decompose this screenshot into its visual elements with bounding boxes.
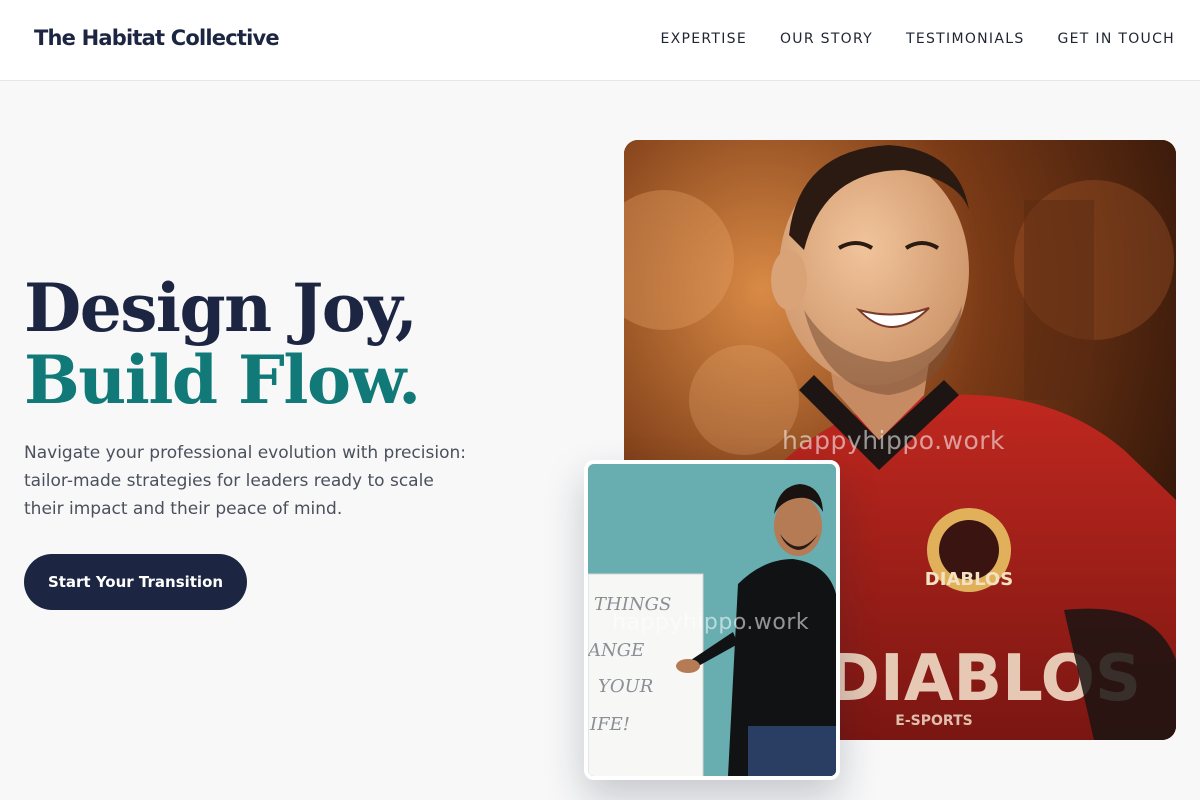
site-header: The Habitat Collective EXPERTISE OUR STO… — [0, 0, 1200, 81]
inset-photo: THINGS ANGE YOUR IFE! happyhippo.work — [584, 460, 840, 780]
hero-headline: Design Joy, Build Flow. — [24, 269, 421, 419]
headline-line-2: Build Flow. — [24, 341, 421, 419]
nav-link-testimonials[interactable]: TESTIMONIALS — [906, 31, 1025, 47]
nav-link-expertise[interactable]: EXPERTISE — [660, 31, 747, 47]
brand-logo[interactable]: The Habitat Collective — [34, 26, 280, 50]
jersey-badge-text: DIABLOS — [925, 569, 1013, 590]
flipchart-line-2: ANGE — [588, 640, 644, 661]
start-transition-button[interactable]: Start Your Transition — [24, 554, 247, 610]
nav-link-our-story[interactable]: OUR STORY — [780, 31, 873, 47]
flipchart-line-1: THINGS — [594, 594, 671, 615]
flipchart-line-3: YOUR — [598, 676, 653, 697]
inset-photo-illustration: THINGS ANGE YOUR IFE! — [588, 464, 836, 776]
flipchart-line-4: IFE! — [589, 714, 630, 735]
headline-line-1: Design Joy, — [24, 269, 418, 347]
nav-link-get-in-touch[interactable]: GET IN TOUCH — [1058, 31, 1175, 47]
jersey-subtext: E-SPORTS — [895, 713, 972, 729]
hero-description: Navigate your professional evolution wit… — [24, 443, 466, 519]
main-nav: EXPERTISE OUR STORY TESTIMONIALS GET IN … — [660, 31, 1175, 47]
